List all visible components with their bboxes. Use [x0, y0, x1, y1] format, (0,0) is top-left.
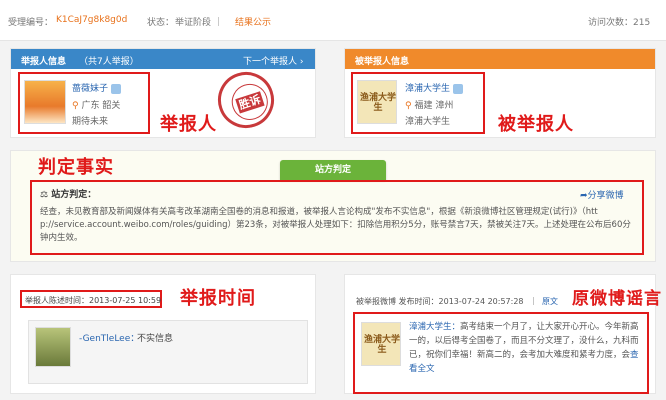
- verdict-title: ⚖ 站方判定：: [40, 190, 97, 200]
- share-icon: ➦: [580, 191, 588, 201]
- reporter-header-title: 举报人信息: [21, 57, 67, 67]
- original-weibo-box: 渔浦大学生 漳浦大学生：高考结束一个月了，让大家开心开心。今年新高一的，以后得考…: [353, 312, 649, 394]
- original-author-avatar[interactable]: 渔浦大学生: [361, 322, 401, 366]
- reported-header-title: 被举报人信息: [355, 57, 410, 67]
- verdict-annotation: 判定事实: [38, 157, 114, 178]
- reporter-location: ⚲ 广东 韶关: [72, 101, 121, 111]
- original-author-name[interactable]: 漳浦大学生：: [409, 322, 460, 332]
- reported-avatar[interactable]: 渔浦大学生: [357, 80, 397, 124]
- next-reporter-link[interactable]: 下一个举报人 ›: [243, 54, 303, 67]
- status-steps: 举证阶段 ｜: [175, 18, 223, 28]
- verified-badge-icon: [453, 83, 464, 94]
- report-claim: 不实信息: [137, 334, 174, 344]
- case-header-bar: 受理编号： K1CaJ7g8k8g0d 状态： 举证阶段 ｜ 结果公示 访问次数…: [0, 0, 666, 41]
- reporter-header: 举报人信息 （共7人举报） 下一个举报人 ›: [11, 49, 315, 69]
- tab-site-verdict[interactable]: 站方判定: [280, 160, 386, 180]
- report-time-annotation: 举报时间: [180, 288, 256, 309]
- status-label: 状态：: [147, 18, 175, 28]
- original-link[interactable]: 原文: [542, 296, 558, 307]
- reported-bio: 漳浦大学生: [405, 117, 451, 127]
- case-id-label: 受理编号：: [8, 18, 54, 28]
- reported-annotation: 被举报人: [498, 114, 574, 135]
- report-statement-item: -GenTleLee： 不实信息: [28, 320, 308, 384]
- reporter-count: （共7人举报）: [79, 57, 139, 67]
- case-id: K1CaJ7g8k8g0d: [56, 15, 128, 25]
- report-time-box: 举报人陈述时间：2013-07-25 10:59: [20, 290, 162, 308]
- reporter-name[interactable]: 蔷薇妹子: [72, 81, 122, 94]
- reported-info-box: 渔浦大学生 漳浦大学生 ⚲ 福建 漳州 漳浦大学生: [351, 72, 485, 134]
- original-weibo-meta: 被举报微博 发布时间：2013-07-24 20:57:28: [356, 297, 524, 306]
- report-user-avatar[interactable]: [35, 327, 71, 367]
- report-time: 举报人陈述时间：2013-07-25 10:59: [25, 296, 162, 305]
- meta-separator: |: [532, 296, 535, 305]
- reporter-avatar[interactable]: [24, 80, 66, 124]
- status-current: 结果公示: [235, 18, 272, 28]
- verdict-box: ⚖ 站方判定： ➦分享微博 经查，未见教育部及新闻媒体有关高考改革湖南全国卷的消…: [30, 180, 644, 255]
- visit-count: 访问次数：215: [588, 18, 651, 28]
- reporter-annotation: 举报人: [160, 114, 217, 135]
- verified-badge-icon: [111, 83, 122, 94]
- original-annotation: 原微博谣言: [572, 289, 662, 309]
- reported-location: ⚲ 福建 漳州: [405, 101, 454, 111]
- verdict-text: 经查，未见教育部及新闻媒体有关高考改革湖南全国卷的消息和报道，被举报人言论构成"…: [40, 207, 631, 243]
- reporter-bio: 期待未来: [72, 117, 109, 127]
- original-weibo-text: 漳浦大学生：高考结束一个月了，让大家开心开心。今年新高一的，以后得考全国卷了，而…: [409, 322, 639, 374]
- share-weibo-button[interactable]: ➦分享微博: [580, 188, 624, 201]
- gavel-icon: ⚖: [40, 190, 52, 200]
- reported-header: 被举报人信息: [345, 49, 655, 69]
- reported-name[interactable]: 漳浦大学生: [405, 81, 464, 94]
- report-user-name[interactable]: -GenTleLee：: [79, 331, 139, 344]
- reporter-info-box: 蔷薇妹子 ⚲ 广东 韶关 期待未来: [18, 72, 150, 134]
